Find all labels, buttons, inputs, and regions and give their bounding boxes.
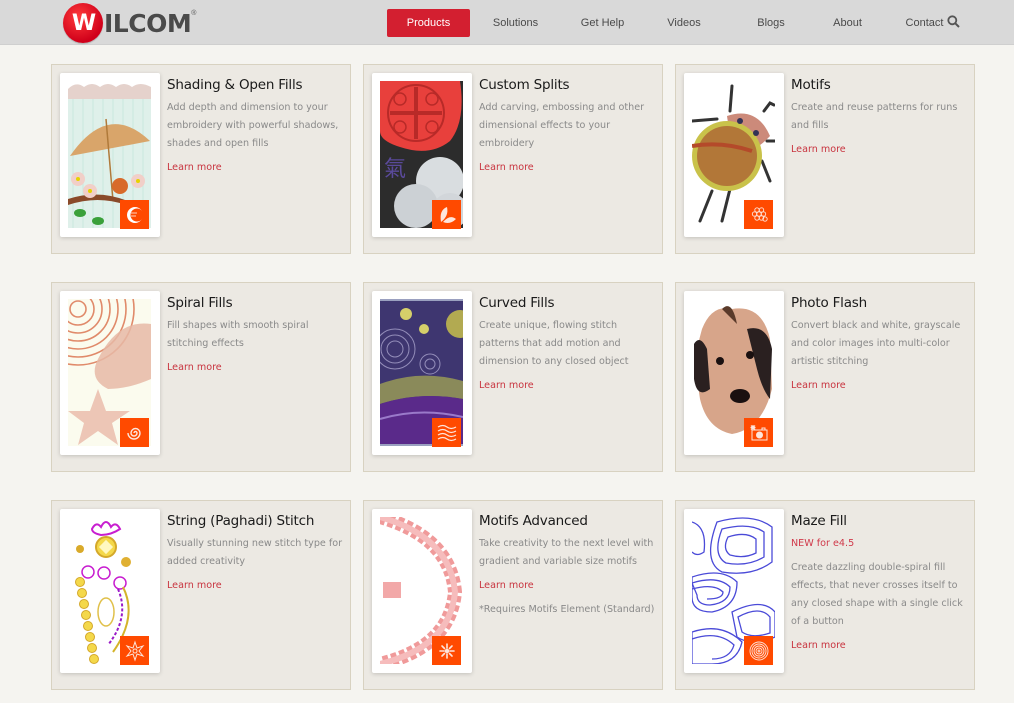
feature-title: Custom Splits (479, 77, 570, 93)
learn-more-link[interactable]: Learn more (167, 577, 222, 595)
svg-text:氣: 氣 (384, 157, 406, 182)
feature-text: Photo Flash Convert black and white, gra… (791, 294, 969, 395)
logo-registered-mark: ® (191, 10, 197, 17)
motif-pattern-icon (744, 200, 773, 229)
requirement-note: *Requires Motifs Element (Standard) (479, 604, 655, 615)
feature-description: Create dazzling double-spiral fill effec… (791, 562, 963, 627)
feature-thumbnail[interactable]: 氣 (372, 73, 472, 237)
logo-text: ILCOM (104, 8, 192, 38)
wilcom-logo[interactable]: W ILCOM ® (63, 3, 196, 43)
learn-more-link[interactable]: Learn more (167, 159, 222, 177)
feature-description: Add depth and dimension to your embroide… (167, 102, 339, 149)
feature-title: Spiral Fills (167, 295, 233, 311)
site-header: W ILCOM ® Products Solutions Get Help Vi… (0, 0, 1014, 45)
feature-text: String (Paghadi) Stitch Visually stunnin… (167, 512, 345, 595)
learn-more-link[interactable]: Learn more (791, 141, 846, 159)
nav-blogs[interactable]: Blogs (724, 9, 818, 37)
feature-description: Add carving, embossing and other dimensi… (479, 102, 645, 149)
feature-thumbnail[interactable] (684, 73, 784, 237)
maze-icon (744, 636, 773, 665)
wave-lines-icon (432, 418, 461, 447)
nav-solutions[interactable]: Solutions (470, 9, 561, 37)
learn-more-link[interactable]: Learn more (479, 377, 534, 395)
feature-thumbnail[interactable] (372, 509, 472, 673)
nav-about[interactable]: About (818, 9, 877, 37)
feature-title: Shading & Open Fills (167, 77, 303, 93)
learn-more-link[interactable]: Learn more (791, 377, 846, 395)
feature-description: Visually stunning new stitch type for ad… (167, 538, 343, 567)
logo-mark: W (63, 3, 103, 43)
feature-text: Motifs Create and reuse patterns for run… (791, 76, 969, 159)
feature-thumbnail[interactable] (60, 291, 160, 455)
feature-card-string-paghadi-stitch: String (Paghadi) Stitch Visually stunnin… (51, 500, 351, 690)
feature-thumbnail[interactable] (60, 509, 160, 673)
feature-text: Motifs Advanced Take creativity to the n… (479, 512, 657, 619)
feature-thumbnail[interactable] (684, 509, 784, 673)
feature-title: Curved Fills (479, 295, 555, 311)
shading-icon (120, 200, 149, 229)
feature-thumbnail[interactable] (684, 291, 784, 455)
search-icon[interactable] (947, 15, 960, 28)
feature-card-custom-splits: 氣 Custom Splits Add carving, embossing a… (363, 64, 663, 254)
feature-text: Custom Splits Add carving, embossing and… (479, 76, 657, 177)
burst-icon (432, 636, 461, 665)
feature-title: Maze Fill (791, 513, 847, 529)
feature-text: Maze Fill NEW for e4.5 Create dazzling d… (791, 512, 969, 655)
learn-more-link[interactable]: Learn more (479, 159, 534, 177)
spiral-icon (120, 418, 149, 447)
feature-thumbnail[interactable] (60, 73, 160, 237)
nav-products[interactable]: Products (387, 9, 470, 37)
feature-description: Create and reuse patterns for runs and f… (791, 102, 958, 131)
feature-description: Take creativity to the next level with g… (479, 538, 654, 567)
feature-text: Shading & Open Fills Add depth and dimen… (167, 76, 345, 177)
feature-title: Motifs (791, 77, 831, 93)
feature-card-curved-fills: Curved Fills Create unique, flowing stit… (363, 282, 663, 472)
feature-description: Fill shapes with smooth spiral stitching… (167, 320, 309, 349)
feature-card-spiral-fills: Spiral Fills Fill shapes with smooth spi… (51, 282, 351, 472)
nav-get-help[interactable]: Get Help (561, 9, 644, 37)
nav-videos[interactable]: Videos (644, 9, 724, 37)
feature-thumbnail[interactable] (372, 291, 472, 455)
feature-card-motifs: Motifs Create and reuse patterns for run… (675, 64, 975, 254)
main-nav: Products Solutions Get Help Videos Blogs… (387, 9, 972, 37)
feature-card-maze-fill: Maze Fill NEW for e4.5 Create dazzling d… (675, 500, 975, 690)
feature-card-shading-open-fills: Shading & Open Fills Add depth and dimen… (51, 64, 351, 254)
feature-text: Spiral Fills Fill shapes with smooth spi… (167, 294, 345, 377)
feature-card-motifs-advanced: Motifs Advanced Take creativity to the n… (363, 500, 663, 690)
feature-card-photo-flash: Photo Flash Convert black and white, gra… (675, 282, 975, 472)
leaves-icon (432, 200, 461, 229)
feature-title: Motifs Advanced (479, 513, 588, 529)
feature-text: Curved Fills Create unique, flowing stit… (479, 294, 657, 395)
flower-star-icon (120, 636, 149, 665)
new-version-label: NEW for e4.5 (791, 538, 855, 549)
learn-more-link[interactable]: Learn more (167, 359, 222, 377)
learn-more-link[interactable]: Learn more (791, 637, 846, 655)
feature-title: String (Paghadi) Stitch (167, 513, 315, 529)
learn-more-link[interactable]: Learn more (479, 577, 534, 595)
feature-description: Convert black and white, grayscale and c… (791, 320, 961, 367)
feature-title: Photo Flash (791, 295, 867, 311)
camera-flash-icon (744, 418, 773, 447)
feature-description: Create unique, flowing stitch patterns t… (479, 320, 629, 367)
